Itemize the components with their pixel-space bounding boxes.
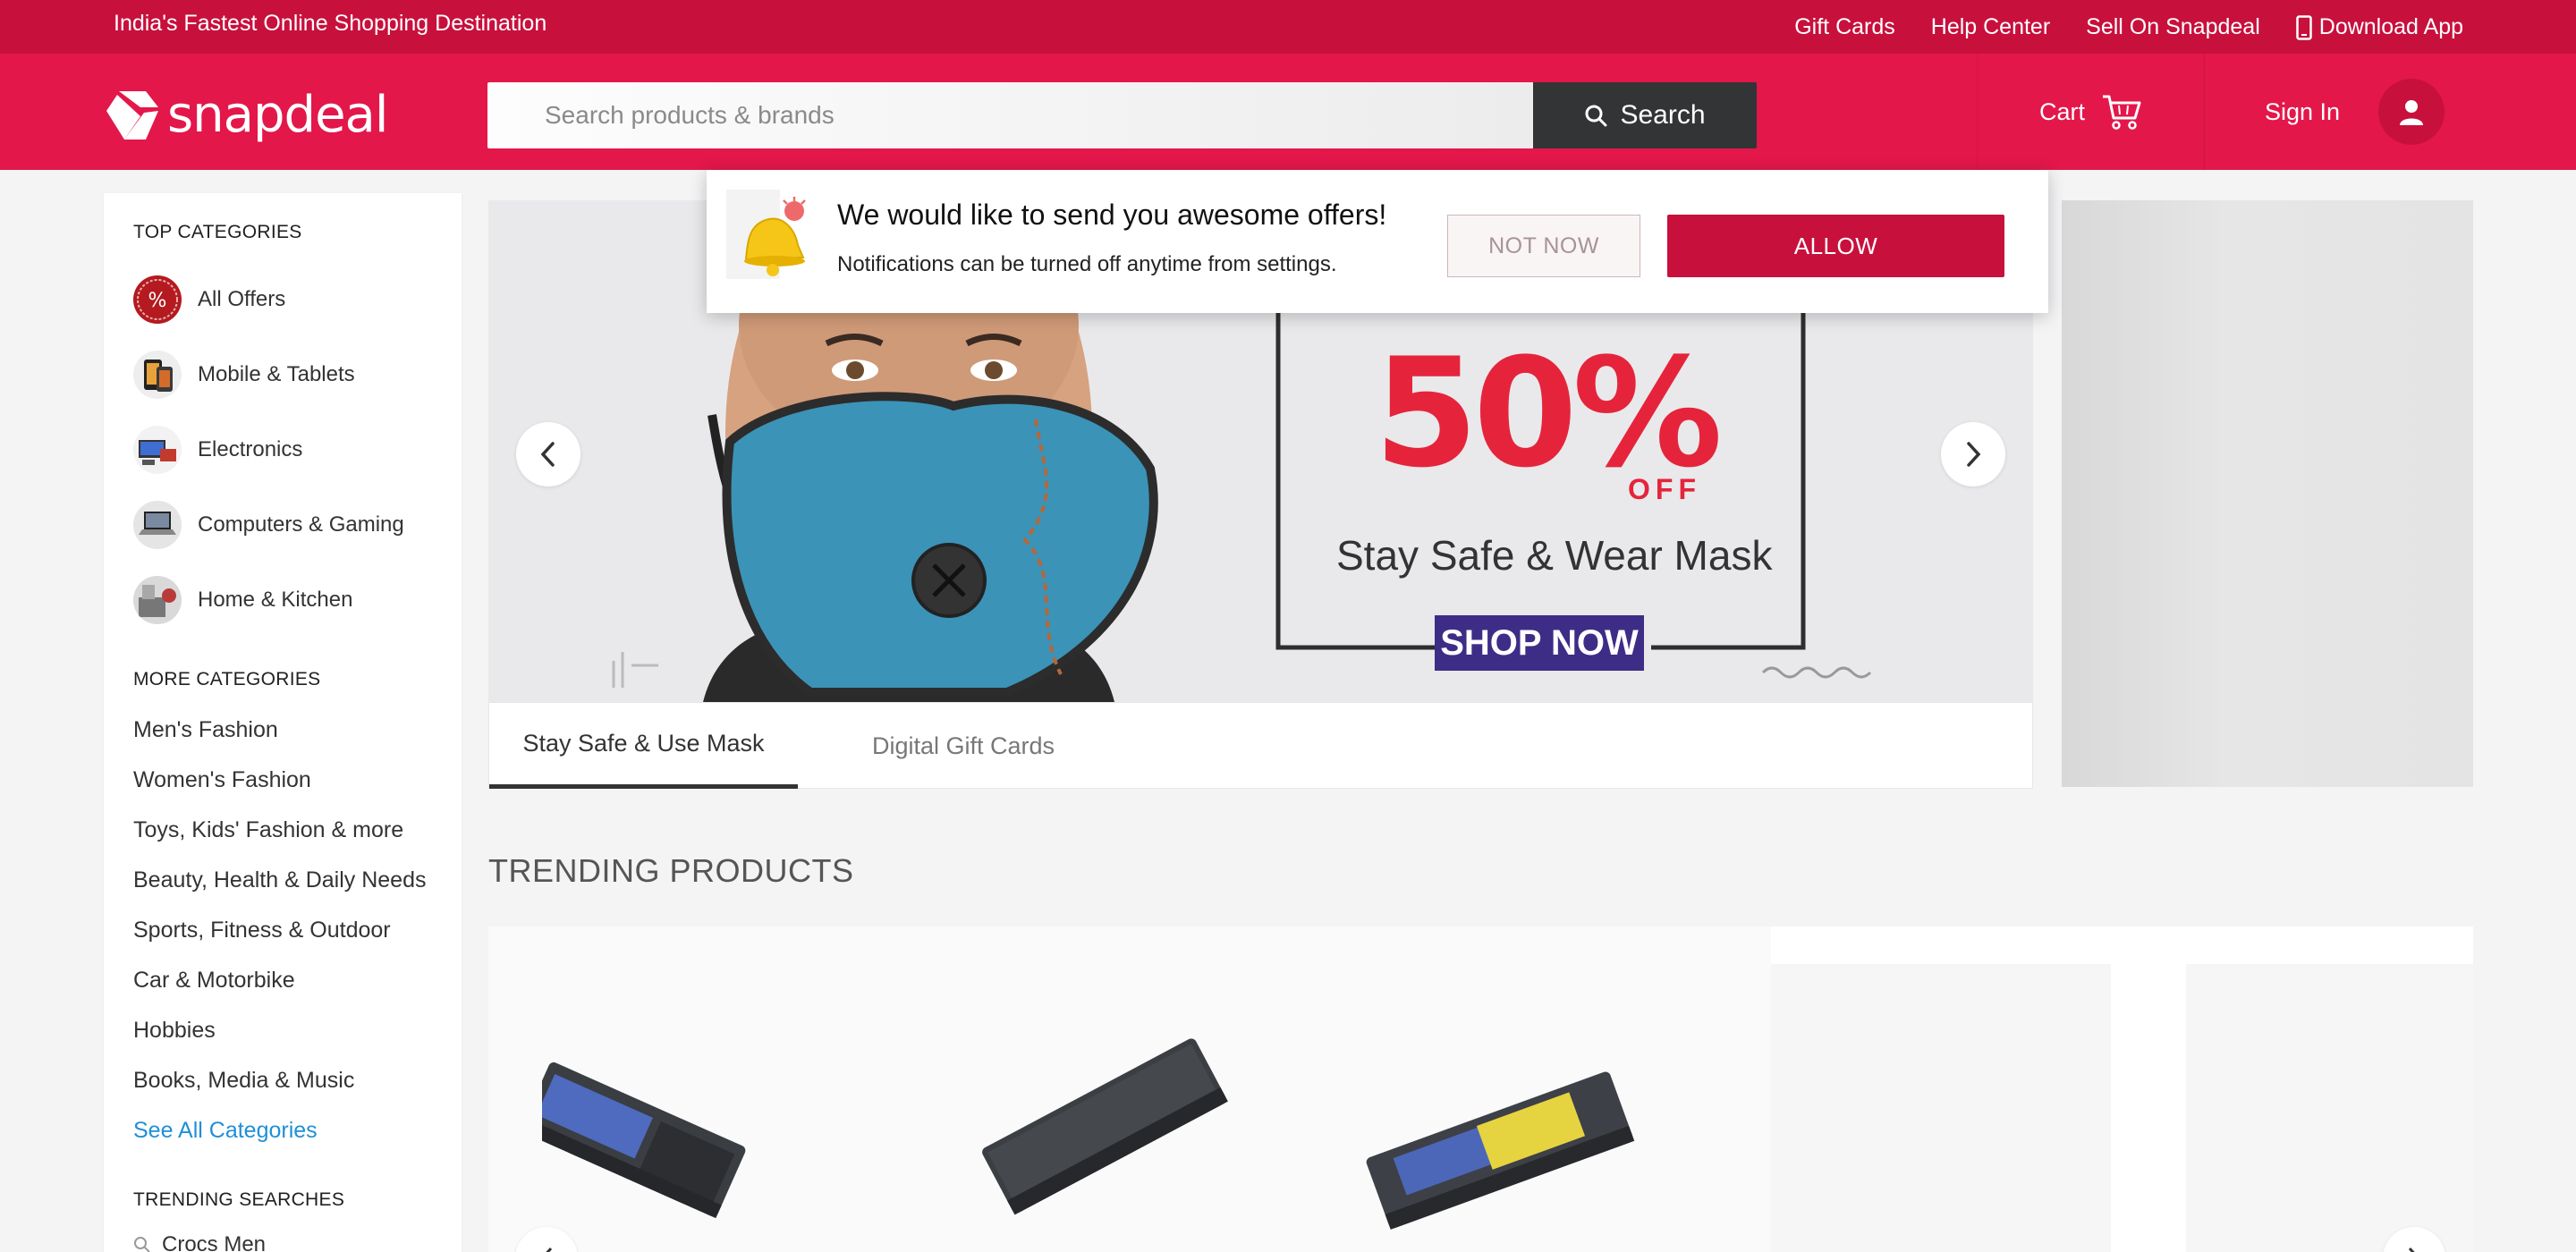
product-card[interactable] <box>520 926 837 1252</box>
trending-products-title: TRENDING PRODUCTS <box>488 852 854 889</box>
popup-title: We would like to send you awesome offers… <box>837 199 1387 231</box>
category-label: Home & Kitchen <box>198 588 353 612</box>
home-kitchen-icon <box>133 576 182 624</box>
allow-button[interactable]: ALLOW <box>1667 215 2004 277</box>
top-links: Gift Cards Help Center Sell On Snapdeal … <box>1794 14 2463 40</box>
snapdeal-logo[interactable]: snapdeal <box>105 86 388 144</box>
help-center-link[interactable]: Help Center <box>1931 14 2050 40</box>
offer-off-label: OFF <box>1628 473 1701 505</box>
category-label: Computers & Gaming <box>198 512 404 537</box>
more-category-car-motorbike[interactable]: Car & Motorbike <box>133 968 295 994</box>
laptop-battery-image <box>982 1038 1228 1215</box>
electronics-icon <box>133 426 182 474</box>
more-category-beauty-health[interactable]: Beauty, Health & Daily Needs <box>133 867 426 893</box>
category-label: All Offers <box>198 287 286 311</box>
more-category-womens-fashion[interactable]: Women's Fashion <box>133 767 311 793</box>
trending-search-label: Crocs Men <box>162 1232 267 1252</box>
banner-prev-button[interactable] <box>516 422 580 486</box>
product-card[interactable] <box>1356 926 1651 1252</box>
laptop-icon <box>133 501 182 549</box>
more-category-sports-fitness[interactable]: Sports, Fitness & Outdoor <box>133 918 391 943</box>
more-category-mens-fashion[interactable]: Men's Fashion <box>133 717 278 743</box>
search-icon <box>1585 105 1607 127</box>
product-placeholder <box>2186 964 2473 1252</box>
category-mobile-tablets[interactable]: Mobile & Tablets <box>133 351 355 399</box>
chevron-right-icon <box>1967 442 1981 467</box>
sell-on-snapdeal-link[interactable]: Sell On Snapdeal <box>2086 14 2260 40</box>
banner-tabs: Stay Safe & Use Mask Digital Gift Cards <box>488 702 2033 789</box>
more-category-books-media[interactable]: Books, Media & Music <box>133 1068 354 1094</box>
shop-now-button[interactable]: SHOP NOW <box>1435 615 1644 671</box>
category-label: Electronics <box>198 437 303 461</box>
offer-tagline: Stay Safe & Wear Mask <box>1336 532 1773 579</box>
download-app-link[interactable]: Download App <box>2296 14 2463 40</box>
category-label: Mobile & Tablets <box>198 362 355 386</box>
bell-icon <box>726 190 816 283</box>
search-input[interactable] <box>487 82 1534 148</box>
notification-permission-popup: We would like to send you awesome offers… <box>707 170 2048 313</box>
cart-label: Cart <box>2038 97 2085 125</box>
not-now-button[interactable]: NOT NOW <box>1447 215 1640 277</box>
search-button[interactable]: Search <box>1533 82 1757 148</box>
trending-products-carousel <box>488 926 2473 1252</box>
chevron-left-icon <box>540 442 555 467</box>
top-categories-title: TOP CATEGORIES <box>133 222 302 242</box>
mobile-icon <box>133 351 182 399</box>
cart-button[interactable]: Cart <box>1977 54 2205 170</box>
category-electronics[interactable]: Electronics <box>133 426 302 474</box>
side-banner-placeholder[interactable] <box>2062 200 2473 787</box>
search-box <box>487 82 1534 148</box>
trending-search-item[interactable]: Crocs Men <box>133 1232 266 1252</box>
category-computers-gaming[interactable]: Computers & Gaming <box>133 501 404 549</box>
chevron-right-icon <box>2408 1247 2415 1252</box>
tab-stay-safe[interactable]: Stay Safe & Use Mask <box>489 703 798 789</box>
category-all-offers[interactable]: % All Offers <box>133 275 285 324</box>
see-all-categories-link[interactable]: See All Categories <box>133 1118 318 1144</box>
category-sidebar: TOP CATEGORIES % All Offers Mobile & Tab… <box>104 193 462 1252</box>
phone-icon <box>2296 14 2312 40</box>
shopping-cart-icon <box>2103 95 2141 130</box>
more-category-hobbies[interactable]: Hobbies <box>133 1018 216 1044</box>
trending-searches-title: TRENDING SEARCHES <box>133 1189 345 1210</box>
more-category-toys-kids[interactable]: Toys, Kids' Fashion & more <box>133 817 403 843</box>
logo-wordmark: snapdeal <box>167 86 388 144</box>
product-placeholder <box>1771 964 2111 1252</box>
account-button[interactable] <box>2378 79 2445 145</box>
chevron-left-icon <box>546 1247 553 1252</box>
banner-next-button[interactable] <box>1941 422 2005 486</box>
search-history-icon <box>134 1237 150 1252</box>
site-tagline: India's Fastest Online Shopping Destinat… <box>114 11 547 36</box>
signin-link[interactable]: Sign In <box>2265 54 2340 170</box>
snapdeal-logo-icon <box>106 90 158 140</box>
search-button-label: Search <box>1620 100 1706 130</box>
main-header: snapdeal Search Cart Sign In <box>0 54 2576 170</box>
download-app-label: Download App <box>2318 14 2463 39</box>
top-strip: India's Fastest Online Shopping Destinat… <box>0 0 2576 54</box>
category-home-kitchen[interactable]: Home & Kitchen <box>133 576 352 624</box>
percent-offer-icon: % <box>133 275 182 324</box>
laptop-battery-image <box>520 1062 746 1219</box>
gift-cards-link[interactable]: Gift Cards <box>1794 14 1895 40</box>
more-categories-title: MORE CATEGORIES <box>133 669 321 689</box>
user-icon <box>2400 100 2423 125</box>
tab-digital-gift-cards[interactable]: Digital Gift Cards <box>829 703 1097 789</box>
popup-subtitle: Notifications can be turned off anytime … <box>837 252 1337 276</box>
svg-text:%: % <box>148 290 167 312</box>
product-card[interactable] <box>945 926 1240 1252</box>
laptop-battery-image <box>1366 1071 1635 1230</box>
